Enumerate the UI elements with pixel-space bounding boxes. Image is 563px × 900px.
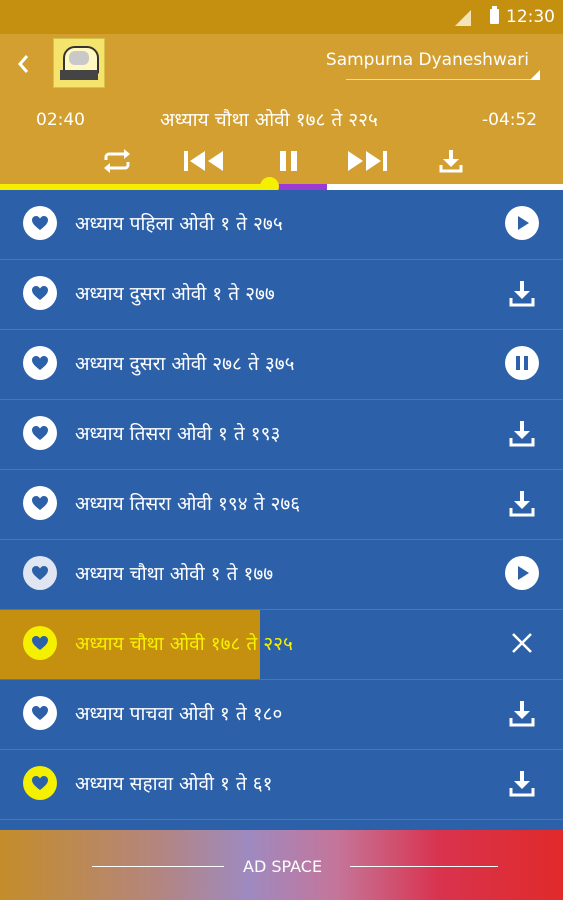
heart-icon bbox=[32, 496, 48, 510]
ad-banner[interactable]: AD SPACE bbox=[0, 830, 563, 900]
ad-divider-left bbox=[92, 866, 224, 867]
download-icon bbox=[509, 771, 535, 797]
download-icon bbox=[439, 150, 463, 173]
app-name-dropdown[interactable]: Sampurna Dyaneshwari bbox=[326, 50, 529, 70]
favorite-heart-button[interactable] bbox=[23, 346, 57, 380]
now-playing-title: अध्याय चौथा ओवी १७८ ते २२५ bbox=[160, 109, 378, 131]
track-row[interactable]: अध्याय दुसरा ओवी २७८ ते ३७५ bbox=[0, 330, 563, 400]
track-row[interactable]: अध्याय तिसरा ओवी १ ते १९३ bbox=[0, 400, 563, 470]
track-row[interactable]: अध्याय पहिला ओवी १ ते २७५ bbox=[0, 190, 563, 260]
dropdown-arrow-icon[interactable] bbox=[530, 70, 540, 80]
skip-next-icon bbox=[348, 151, 387, 171]
pause-icon bbox=[280, 151, 297, 171]
track-title: अध्याय चौथा ओवी १ ते १७७ bbox=[75, 563, 274, 585]
track-download-button[interactable] bbox=[505, 486, 539, 520]
favorite-heart-button[interactable] bbox=[23, 626, 57, 660]
track-title: अध्याय पाचवा ओवी १ ते १८० bbox=[75, 703, 283, 725]
download-icon bbox=[509, 421, 535, 447]
remaining-time: -04:52 bbox=[482, 110, 538, 130]
track-title: अध्याय तिसरा ओवी १ ते १९३ bbox=[75, 423, 281, 445]
heart-icon bbox=[32, 776, 48, 790]
repeat-icon bbox=[104, 149, 130, 173]
heart-icon bbox=[32, 216, 48, 230]
download-icon bbox=[509, 281, 535, 307]
favorite-heart-button[interactable] bbox=[23, 206, 57, 240]
track-download-button[interactable] bbox=[505, 416, 539, 450]
heart-icon bbox=[32, 286, 48, 300]
track-title: अध्याय चौथा ओवी १७८ ते २२५ bbox=[75, 633, 293, 655]
app-logo bbox=[53, 38, 105, 88]
track-row[interactable]: अध्याय चौथा ओवी १ ते १७७ bbox=[0, 540, 563, 610]
play-icon bbox=[505, 556, 539, 590]
chevron-left-icon bbox=[18, 55, 29, 73]
play-icon bbox=[505, 206, 539, 240]
status-bar: 12:30 bbox=[0, 0, 563, 34]
track-title: अध्याय दुसरा ओवी २७८ ते ३७५ bbox=[75, 353, 295, 375]
next-button[interactable] bbox=[346, 147, 387, 175]
battery-icon bbox=[490, 6, 499, 24]
track-title: अध्याय दुसरा ओवी १ ते २७७ bbox=[75, 283, 275, 305]
elapsed-time: 02:40 bbox=[36, 110, 85, 130]
track-row[interactable]: अध्याय दुसरा ओवी १ ते २७७ bbox=[0, 260, 563, 330]
back-button[interactable] bbox=[16, 52, 38, 84]
track-title: अध्याय सहावा ओवी १ ते ६१ bbox=[75, 773, 273, 795]
status-time: 12:30 bbox=[506, 7, 555, 27]
track-pause-button[interactable] bbox=[505, 346, 539, 380]
ad-divider-right bbox=[350, 866, 498, 867]
heart-icon bbox=[32, 636, 48, 650]
track-row[interactable]: अध्याय सहावा ओवी १ ते ६१ bbox=[0, 750, 563, 820]
repeat-button[interactable] bbox=[100, 147, 136, 175]
track-row[interactable]: अध्याय सहावा ओवी ६२ ते ३८६ bbox=[0, 820, 563, 830]
track-play-button[interactable] bbox=[505, 206, 539, 240]
dropdown-underline bbox=[346, 79, 532, 80]
ad-label: AD SPACE bbox=[243, 857, 323, 876]
track-download-button[interactable] bbox=[505, 276, 539, 310]
heart-icon bbox=[32, 356, 48, 370]
heart-icon bbox=[32, 706, 48, 720]
download-icon bbox=[509, 491, 535, 517]
favorite-heart-button[interactable] bbox=[23, 416, 57, 450]
track-row[interactable]: अध्याय पाचवा ओवी १ ते १८० bbox=[0, 680, 563, 750]
track-list[interactable]: अध्याय पहिला ओवी १ ते २७५ अध्याय दुसरा ओव… bbox=[0, 190, 563, 830]
favorite-heart-button[interactable] bbox=[23, 766, 57, 800]
track-play-button[interactable] bbox=[505, 556, 539, 590]
close-icon bbox=[512, 633, 532, 653]
heart-icon bbox=[32, 426, 48, 440]
player-header: Sampurna Dyaneshwari 02:40 अध्याय चौथा ओ… bbox=[0, 34, 563, 184]
favorite-heart-button[interactable] bbox=[23, 556, 57, 590]
previous-button[interactable] bbox=[183, 147, 223, 175]
track-title: अध्याय पहिला ओवी १ ते २७५ bbox=[75, 213, 283, 235]
signal-icon bbox=[455, 10, 471, 26]
pause-button[interactable] bbox=[276, 147, 312, 175]
track-row[interactable]: अध्याय चौथा ओवी १७८ ते २२५ bbox=[0, 610, 563, 680]
download-icon bbox=[509, 701, 535, 727]
track-download-button[interactable] bbox=[505, 766, 539, 800]
heart-icon bbox=[32, 566, 48, 580]
track-row[interactable]: अध्याय तिसरा ओवी १९४ ते २७६ bbox=[0, 470, 563, 540]
favorite-heart-button[interactable] bbox=[23, 696, 57, 730]
pause-icon bbox=[505, 346, 539, 380]
favorite-heart-button[interactable] bbox=[23, 276, 57, 310]
track-close-button[interactable] bbox=[505, 626, 539, 660]
favorite-heart-button[interactable] bbox=[23, 486, 57, 520]
track-title: अध्याय तिसरा ओवी १९४ ते २७६ bbox=[75, 493, 301, 515]
header-download-button[interactable] bbox=[438, 147, 474, 175]
track-download-button[interactable] bbox=[505, 696, 539, 730]
skip-previous-icon bbox=[184, 151, 223, 171]
